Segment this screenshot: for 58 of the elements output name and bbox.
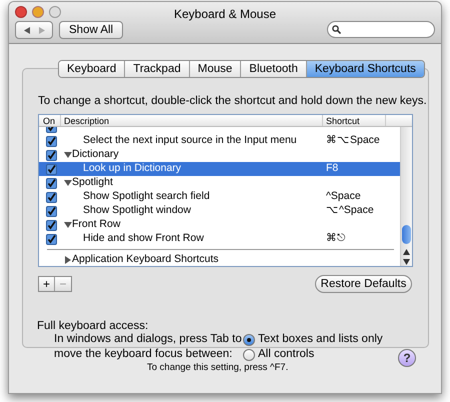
tab[interactable]: Trackpad (124, 61, 189, 77)
scroll-up-icon[interactable] (403, 249, 410, 255)
description-text: Dictionary (72, 147, 119, 162)
restore-defaults-button[interactable]: Restore Defaults (315, 275, 412, 293)
selected-row[interactable]: Look up in Dictionary F8 (39, 162, 400, 176)
scroll-thumb[interactable] (402, 225, 412, 244)
shortcut-text: ^Space (325, 189, 361, 204)
description-text: Show Spotlight window (83, 203, 191, 218)
checkbox[interactable] (46, 178, 57, 188)
column-header[interactable]: Description (61, 115, 323, 126)
back-forward-control[interactable] (15, 21, 53, 39)
hint-text: To change this setting, press ^F7. (147, 361, 288, 375)
description-text: Application Keyboard Shortcuts (72, 252, 219, 266)
disclosure-down-icon[interactable] (64, 151, 72, 159)
shortcuts-table[interactable] (38, 114, 413, 267)
description-text: Look up in Dictionary (83, 161, 182, 176)
scroll-bar[interactable] (400, 127, 412, 266)
checkbox[interactable] (46, 136, 57, 146)
checkbox[interactable] (46, 234, 57, 244)
search-field[interactable] (327, 21, 435, 38)
back-icon[interactable] (24, 26, 30, 34)
search-icon (332, 25, 341, 34)
help-button[interactable]: ? (398, 349, 416, 367)
disclosure-right-icon[interactable] (64, 256, 72, 264)
description-text: Spotlight (72, 175, 113, 190)
scroll-down-icon[interactable] (403, 259, 410, 265)
show-all-button[interactable]: Show All (59, 21, 124, 39)
checkbox[interactable] (46, 164, 57, 174)
close-button[interactable] (15, 6, 27, 18)
shortcut-text: ⌘⎋ (325, 231, 346, 246)
description-text: Show Spotlight search field (83, 189, 210, 204)
shortcut-text: F8 (325, 161, 338, 176)
shortcut-text: ⌘⌥Space (325, 133, 380, 148)
disclosure-down-icon[interactable] (64, 221, 72, 229)
instruction-text: To change a shortcut, double-click the shortcut and hold down the new keys. (38, 94, 427, 109)
column-header[interactable]: On (39, 115, 61, 126)
window-title: Keyboard & Mouse (174, 7, 276, 21)
radio-label[interactable]: All controls (258, 346, 314, 364)
tab[interactable]: Bluetooth (240, 61, 306, 77)
column-header[interactable]: Shortcut (323, 115, 386, 126)
tab[interactable]: Mouse (188, 61, 240, 77)
shortcut-text: ⌥^Space (325, 203, 374, 218)
radio-label[interactable]: Text boxes and lists only (258, 330, 383, 348)
checkbox[interactable] (46, 150, 57, 160)
description-text: Select the next input source in the Input menu (83, 133, 297, 148)
checkbox[interactable] (46, 206, 57, 216)
description-text: Hide and show Front Row (83, 231, 204, 246)
description-text: Front Row (72, 217, 120, 232)
checkbox[interactable] (46, 192, 57, 202)
disclosure-down-icon[interactable] (64, 179, 72, 187)
radio-button[interactable] (243, 348, 255, 360)
tab[interactable]: Keyboard (59, 61, 124, 77)
minimize-button[interactable] (32, 6, 44, 18)
checkbox[interactable] (46, 220, 57, 230)
keyboard-access-description: In windows and dialogs, press Tab to move the keyboard focus between: (54, 332, 242, 362)
tab[interactable]: Keyboard Shortcuts (306, 61, 424, 77)
section-heading: Full keyboard access: (37, 319, 148, 334)
add-button[interactable]: + (39, 277, 55, 291)
